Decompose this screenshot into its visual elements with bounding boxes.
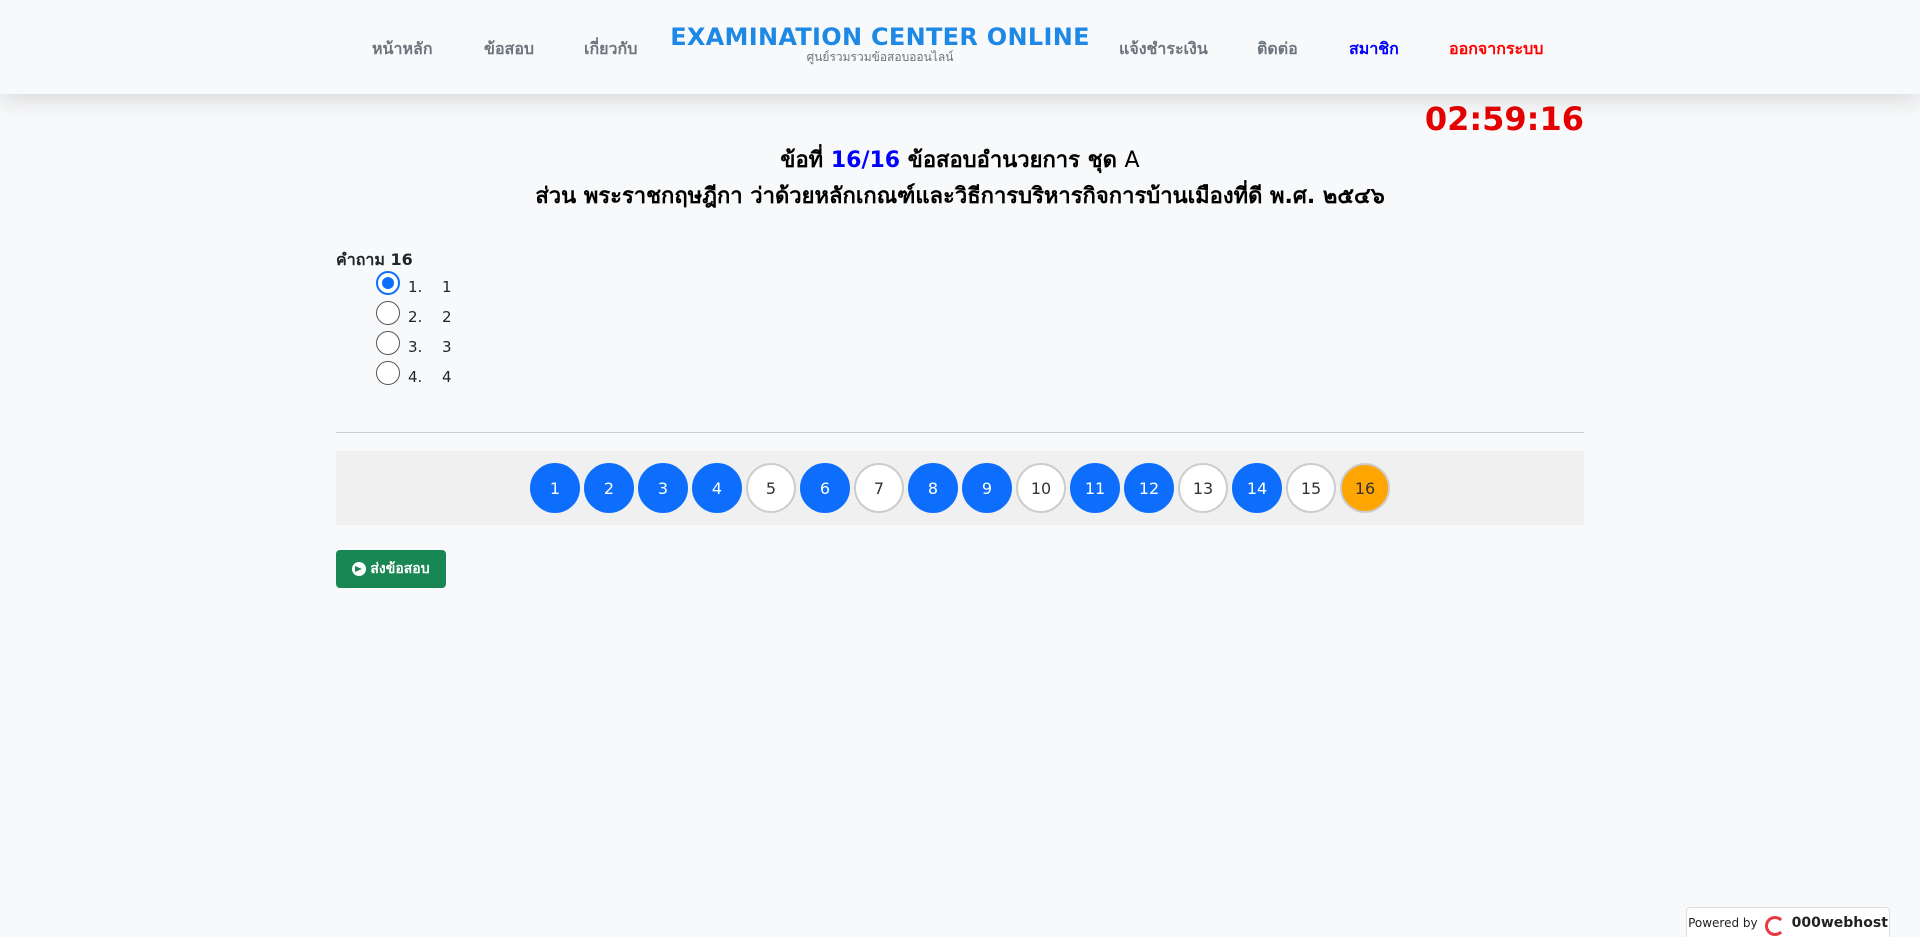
page-button[interactable]: 3 — [638, 463, 688, 513]
powered-by-badge[interactable]: Powered by 000webhost — [1686, 907, 1890, 937]
nav-payment[interactable]: แจ้งชำระเงิน — [1119, 37, 1208, 62]
heading-prefix: ข้อที่ — [780, 148, 824, 173]
page-button[interactable]: 7 — [854, 463, 904, 513]
nav-home[interactable]: หน้าหลัก — [372, 37, 433, 62]
navbar: หน้าหลัก ข้อสอบ เกี่ยวกับ EXAMINATION CE… — [0, 0, 1920, 94]
choice-text: 3 — [442, 338, 452, 356]
choice-index: 2. — [408, 308, 423, 326]
brand-title: EXAMINATION CENTER ONLINE — [670, 23, 1090, 51]
nav-about[interactable]: เกี่ยวกับ — [584, 37, 637, 62]
choice-text: 2 — [442, 308, 452, 326]
exam-name: ข้อสอบอำนวยการ ชุด — [907, 148, 1117, 173]
section-heading: ส่วน พระราชกฤษฎีกา ว่าด้วยหลักเกณฑ์และวิ… — [535, 184, 1385, 209]
exam-set: A — [1124, 148, 1140, 173]
question-heading: ข้อที่ 16/16 ข้อสอบอำนวยการ ชุด A — [336, 146, 1584, 176]
brand-subtitle: ศูนย์รวมรวมข้อสอบออนไลน์ — [806, 50, 954, 64]
nav-member[interactable]: สมาชิก — [1349, 37, 1399, 62]
question-number: 16/16 — [830, 148, 901, 173]
question-pager: 1 2 3 4 5 6 7 8 9 10 11 12 13 14 15 16 — [336, 451, 1584, 525]
page-button[interactable]: 14 — [1232, 463, 1282, 513]
submit-exam-button[interactable]: ส่งข้อสอบ — [336, 550, 446, 588]
page-button[interactable]: 1 — [530, 463, 580, 513]
page-button[interactable]: 8 — [908, 463, 958, 513]
choice-text: 1 — [442, 278, 452, 296]
choice-radio[interactable] — [376, 361, 400, 385]
choice-text: 4 — [442, 368, 452, 386]
host-name: 000webhost — [1791, 914, 1888, 931]
nav-exam[interactable]: ข้อสอบ — [484, 37, 534, 62]
choice-item[interactable]: 2. 2 — [376, 301, 452, 332]
page-button[interactable]: 12 — [1124, 463, 1174, 513]
page-button[interactable]: 2 — [584, 463, 634, 513]
choice-list: 1. 1 2. 2 3. 3 4. 4 — [376, 271, 452, 392]
choice-item[interactable]: 3. 3 — [376, 331, 452, 362]
choice-item[interactable]: 4. 4 — [376, 361, 452, 392]
choice-item[interactable]: 1. 1 — [376, 271, 452, 302]
000webhost-logo-icon — [1764, 915, 1786, 936]
page-button[interactable]: 10 — [1016, 463, 1066, 513]
divider — [336, 432, 1584, 433]
page-button[interactable]: 11 — [1070, 463, 1120, 513]
page-button[interactable]: 15 — [1286, 463, 1336, 513]
choice-index: 3. — [408, 338, 423, 356]
countdown-timer: 02:59:16 — [1424, 100, 1584, 138]
choice-index: 4. — [408, 368, 423, 386]
choice-radio[interactable] — [376, 271, 400, 295]
choice-radio[interactable] — [376, 331, 400, 355]
nav-contact[interactable]: ติดต่อ — [1257, 37, 1298, 62]
submit-label: ส่งข้อสอบ — [370, 560, 430, 576]
choice-radio[interactable] — [376, 301, 400, 325]
question-label: คำถาม 16 — [336, 250, 413, 269]
page-button[interactable]: 4 — [692, 463, 742, 513]
brand[interactable]: EXAMINATION CENTER ONLINE ศูนย์รวมรวมข้อ… — [660, 22, 1100, 64]
page-button[interactable]: 5 — [746, 463, 796, 513]
page-button[interactable]: 16 — [1340, 463, 1390, 513]
page-button[interactable]: 9 — [962, 463, 1012, 513]
powered-label: Powered by — [1688, 915, 1758, 930]
page-button[interactable]: 13 — [1178, 463, 1228, 513]
nav-logout[interactable]: ออกจากระบบ — [1449, 37, 1543, 62]
choice-index: 1. — [408, 278, 423, 296]
page-button[interactable]: 6 — [800, 463, 850, 513]
arrow-circle-right-icon — [352, 562, 367, 576]
